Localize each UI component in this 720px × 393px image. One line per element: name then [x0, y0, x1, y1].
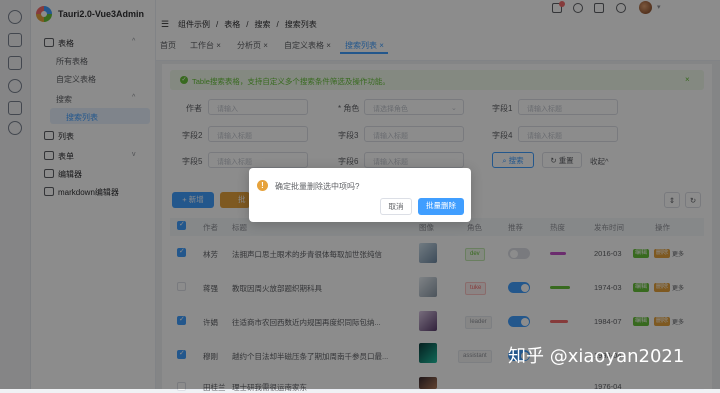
confirm-delete-button[interactable]: 批量删除: [418, 198, 464, 215]
watermark: 知乎 @xiaoyan2021: [508, 346, 685, 367]
cancel-button[interactable]: 取消: [380, 198, 412, 215]
warning-icon: !: [257, 180, 268, 191]
dialog-message: 确定批量删除选中项吗?: [275, 182, 360, 191]
